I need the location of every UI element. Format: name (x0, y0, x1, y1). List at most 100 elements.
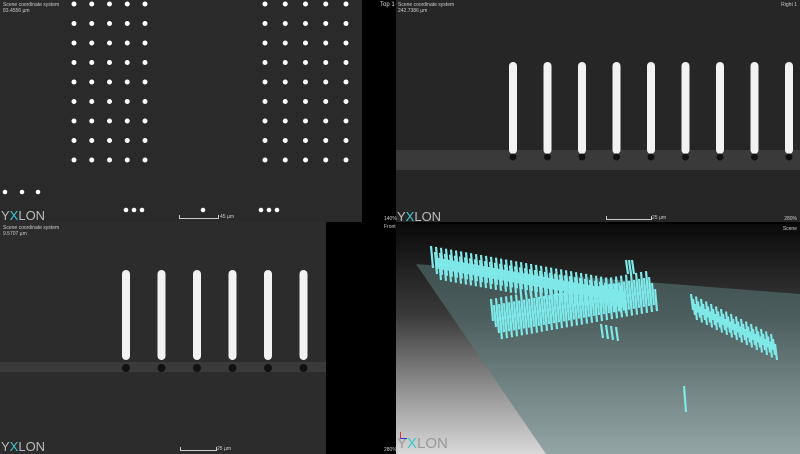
pillar-dot (323, 79, 329, 85)
pillar-dot (303, 40, 308, 46)
pillar-dot (142, 1, 148, 7)
pillar-dot (71, 157, 77, 163)
pillar-dot (19, 189, 25, 195)
pillar-dot (323, 118, 329, 124)
pillar-dot (323, 138, 329, 143)
pillar-dot (142, 99, 148, 104)
pillar (785, 62, 793, 154)
pillar-dot (323, 60, 329, 65)
pillar (750, 62, 759, 154)
pillar-dot (124, 40, 130, 46)
yxlon-logo: YXLON (1, 208, 46, 222)
pillar-dot (71, 21, 77, 26)
pillar-dot (343, 21, 349, 26)
depth-readout: 9.5707 µm (3, 231, 27, 237)
yxlon-logo: YXLON (397, 209, 442, 222)
pillar-base (157, 364, 166, 372)
viewport-top-right[interactable]: Scene coordinate system 242.7386 µm Righ… (396, 0, 800, 222)
pillar-base (751, 153, 758, 161)
pillar-dot (71, 60, 77, 65)
pillar-dot (303, 79, 308, 85)
pillar-dot (343, 118, 349, 124)
pillar (157, 270, 166, 360)
pillar-dot (124, 99, 130, 104)
pillar-dot (262, 99, 268, 104)
pillar-dot (124, 138, 130, 143)
pillar-dot (200, 207, 206, 213)
pillar-dot (262, 79, 268, 85)
pillar (228, 270, 237, 360)
pillar-dot (343, 138, 349, 143)
pillar-dot (323, 157, 329, 163)
viewport-top-left[interactable]: Scene coordinate system 83.4556 µm YXLON… (0, 0, 362, 222)
pillar-dot (89, 60, 95, 65)
viewport-bottom-left[interactable]: Scene coordinate system 9.5707 µm YXLON … (0, 222, 326, 454)
pillar-dot (107, 157, 112, 163)
pillar-base (647, 153, 655, 161)
pillar-dot (282, 40, 288, 46)
scale-bar (180, 447, 217, 451)
pillar (647, 62, 655, 154)
pillar-dot (303, 60, 308, 65)
scale-bar-label: 45 µm (220, 214, 234, 220)
viewport-name: Scene (782, 226, 797, 232)
pillar (630, 259, 636, 275)
pillar (624, 259, 630, 275)
pillar-dot (71, 79, 77, 85)
scale-bar-label: 25 µm (652, 215, 666, 221)
pillar-dot (71, 40, 77, 46)
pillar-dot (142, 138, 148, 143)
pillar-dot (124, 21, 130, 26)
pillar-base (193, 364, 201, 372)
pillar-dot (282, 1, 288, 7)
pillar (122, 270, 130, 360)
pillar-dot (107, 99, 112, 104)
pillar-dot (343, 1, 349, 7)
pillar-dot (266, 207, 272, 213)
pillar-dot (71, 1, 77, 7)
pillar-dot (343, 40, 349, 46)
pillar-dot (107, 1, 112, 7)
scale-bar (606, 216, 652, 220)
pillar-dot (142, 40, 148, 46)
pillar-dot (107, 138, 112, 143)
pillar-dot (89, 21, 95, 26)
pillar-dot (2, 189, 8, 195)
pillar-dot (274, 207, 280, 213)
pillar-dot (282, 138, 288, 143)
pillar-dot (124, 79, 130, 85)
pillar-dot (89, 79, 95, 85)
3d-render (416, 245, 800, 454)
yxlon-logo: YXLON (1, 439, 46, 454)
pillar-dot (89, 138, 95, 143)
pillar-dot (323, 1, 329, 7)
pillar-dot (343, 79, 349, 85)
zoom-readout: 280% (784, 216, 797, 222)
pillar-dot (107, 118, 112, 124)
pillar (681, 62, 690, 154)
pillar-dot (35, 189, 41, 195)
pillar-dot (107, 79, 112, 85)
substrate-band (396, 150, 800, 170)
pillar-dot (107, 60, 112, 65)
pillar-dot (107, 21, 112, 26)
pillar (429, 245, 435, 269)
pillar-dot (262, 157, 268, 163)
pillar-dot (139, 207, 145, 213)
pillar-dot (323, 99, 329, 104)
pillar-dot (343, 99, 349, 104)
pillar-dot (303, 157, 308, 163)
pillar-dot (323, 40, 329, 46)
pillar-dot (71, 99, 77, 104)
depth-readout: 242.7386 µm (398, 8, 428, 14)
pillar-dot (282, 99, 288, 104)
viewport-3d-scene[interactable]: Scene YXLON (396, 224, 800, 454)
pillar-base (682, 153, 689, 161)
pillar-dot (124, 118, 130, 124)
axis-triad-icon (400, 432, 407, 439)
pillar-dot (262, 60, 268, 65)
pillar-base (122, 364, 130, 372)
scale-bar-label: 25 µm (217, 446, 231, 452)
pillar (193, 270, 201, 360)
pillar-dot (142, 157, 148, 163)
